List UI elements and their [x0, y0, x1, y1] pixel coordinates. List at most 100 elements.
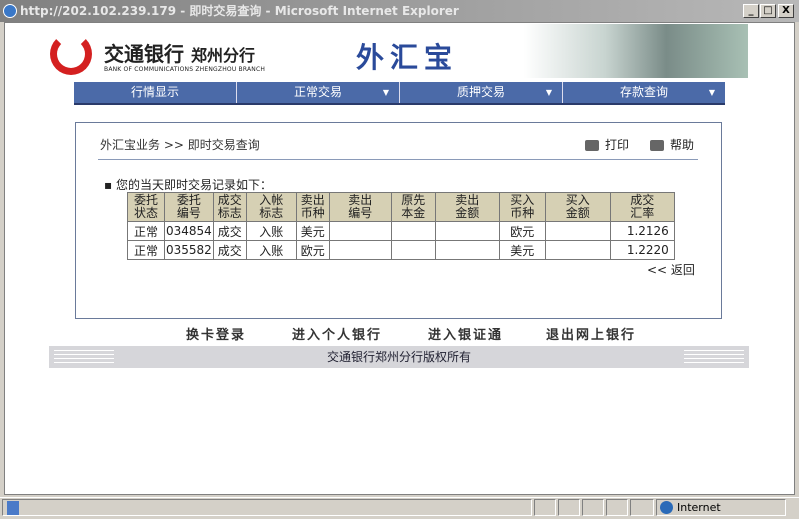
- table-cell: 1.2126: [609, 221, 675, 241]
- table-cell: 入账: [245, 221, 297, 241]
- table-cell: [434, 221, 500, 241]
- header-text: 成交: [630, 193, 655, 207]
- table-cell: 成交: [212, 240, 247, 260]
- bank-name-en: BANK OF COMMUNICATIONS ZHENGZHOU BRANCH: [104, 66, 266, 73]
- zone-label: Internet: [677, 501, 721, 514]
- ie-icon: [3, 4, 17, 18]
- column-header: 买入 金额: [544, 192, 611, 222]
- window-title: http://202.102.239.179 - 即时交易查询 - Micros…: [20, 4, 459, 18]
- nav-deposit-query[interactable]: 存款查询 ▼: [563, 82, 725, 103]
- print-label: 打印: [605, 138, 630, 152]
- table-cell: 入账: [245, 240, 297, 260]
- table-cell: 美元: [295, 221, 330, 241]
- header-text: 委托: [133, 193, 158, 207]
- table-cell: [434, 240, 500, 260]
- column-header: 委托 编号: [164, 192, 214, 222]
- print-button[interactable]: 打印: [585, 136, 629, 153]
- divider: [98, 159, 698, 160]
- footer-decoration: [684, 350, 744, 364]
- window-title-bar: http://202.102.239.179 - 即时交易查询 - Micros…: [0, 0, 799, 22]
- table-cell: [328, 221, 392, 241]
- minimize-button[interactable]: _: [743, 4, 759, 18]
- help-label: 帮助: [670, 138, 695, 152]
- status-cell: [630, 499, 654, 516]
- table-cell: [328, 240, 392, 260]
- column-header: 入帐 标志: [245, 192, 297, 222]
- intro-text: ▪ 您的当天即时交易记录如下：: [104, 178, 272, 192]
- chevron-down-icon: ▼: [382, 88, 389, 97]
- nav-label: 行情显示: [130, 85, 179, 99]
- link-change-card[interactable]: 换卡登录: [186, 324, 246, 343]
- nav-label: 存款查询: [619, 85, 668, 99]
- bank-name: 交通银行 郑州分行: [104, 38, 255, 67]
- table-cell: 034854: [164, 221, 214, 241]
- table-row: 正常 035582 成交 入账 欧元 美元 1.2220: [127, 240, 675, 260]
- product-title: 外汇宝: [356, 41, 459, 74]
- table-cell: [390, 221, 436, 241]
- header-text: 卖出: [300, 193, 325, 207]
- copyright: 交通银行郑州分行版权所有: [326, 350, 471, 364]
- help-button[interactable]: 帮助: [650, 136, 694, 153]
- trade-table: 委托 状态 委托 编号 成交 标志 入帐 标志 卖出 币种 卖出 编号 原先 本金 卖出 金额 买入 币种 买入 金额…: [127, 192, 675, 260]
- footer: 交通银行郑州分行版权所有: [49, 346, 749, 368]
- bank-name-cn: 交通银行: [104, 42, 184, 66]
- table-row: 正常 034854 成交 入账 美元 欧元 1.2126: [127, 221, 675, 241]
- header-text: 币种: [300, 206, 325, 220]
- table-cell: 正常: [127, 221, 165, 241]
- column-header: 卖出 币种: [295, 192, 330, 222]
- header-text: 编号: [176, 206, 201, 220]
- close-button[interactable]: X: [778, 4, 794, 18]
- column-header: 委托 状态: [127, 192, 165, 222]
- column-header: 卖出 编号: [328, 192, 392, 222]
- header-text: 委托: [176, 193, 201, 207]
- nav-market[interactable]: 行情显示: [74, 82, 237, 103]
- table-cell: 欧元: [295, 240, 330, 260]
- nav-pledge-trade[interactable]: 质押交易 ▼: [400, 82, 563, 103]
- link-logout[interactable]: 退出网上银行: [546, 324, 636, 343]
- status-cell: [534, 499, 556, 516]
- header-text: 金额: [455, 206, 480, 220]
- header-text: 入帐: [259, 193, 284, 207]
- header-text: 原先: [401, 193, 426, 207]
- header-text: 标志: [217, 206, 242, 220]
- nav-normal-trade[interactable]: 正常交易 ▼: [237, 82, 400, 103]
- header-text: 本金: [401, 206, 426, 220]
- header-text: 卖出: [455, 193, 480, 207]
- header-text: 买入: [565, 193, 590, 207]
- header-text: 金额: [565, 206, 590, 220]
- column-header: 成交 汇率: [609, 192, 675, 222]
- printer-icon: [585, 140, 599, 151]
- status-text: [2, 499, 532, 516]
- link-securities[interactable]: 进入银证通: [428, 324, 503, 343]
- back-link[interactable]: << 返回: [647, 261, 695, 278]
- nav-label: 质押交易: [456, 85, 505, 99]
- table-cell: 1.2220: [609, 240, 675, 260]
- column-header: 原先 本金: [390, 192, 436, 222]
- header-text: 状态: [133, 206, 158, 220]
- column-header: 买入 币种: [498, 192, 546, 222]
- header-text: 买入: [510, 193, 535, 207]
- breadcrumb: 外汇宝业务 >> 即时交易查询: [100, 138, 260, 152]
- nav-bar: 行情显示 正常交易 ▼ 质押交易 ▼ 存款查询 ▼: [74, 82, 725, 105]
- table-cell: 欧元: [498, 221, 546, 241]
- header-text: 编号: [348, 206, 373, 220]
- table-header-row: 委托 状态 委托 编号 成交 标志 入帐 标志 卖出 币种 卖出 编号 原先 本金 卖出 金额 买入 币种 买入 金额…: [127, 192, 675, 222]
- help-icon: [650, 140, 664, 151]
- chevron-down-icon: ▼: [545, 88, 552, 97]
- status-cell: [582, 499, 604, 516]
- header-text: 标志: [259, 206, 284, 220]
- bank-logo-icon: [50, 33, 92, 75]
- footer-decoration: [54, 350, 114, 364]
- link-personal-bank[interactable]: 进入个人银行: [292, 324, 382, 343]
- status-cell: [606, 499, 628, 516]
- table-cell: [544, 240, 611, 260]
- table-cell: [390, 240, 436, 260]
- table-cell: 035582: [164, 240, 214, 260]
- nav-label: 正常交易: [293, 85, 342, 99]
- table-cell: 美元: [498, 240, 546, 260]
- maximize-button[interactable]: □: [760, 4, 776, 18]
- header-text: 成交: [217, 193, 242, 207]
- column-header: 卖出 金额: [434, 192, 500, 222]
- zone-indicator: Internet: [656, 499, 786, 516]
- table-cell: 正常: [127, 240, 165, 260]
